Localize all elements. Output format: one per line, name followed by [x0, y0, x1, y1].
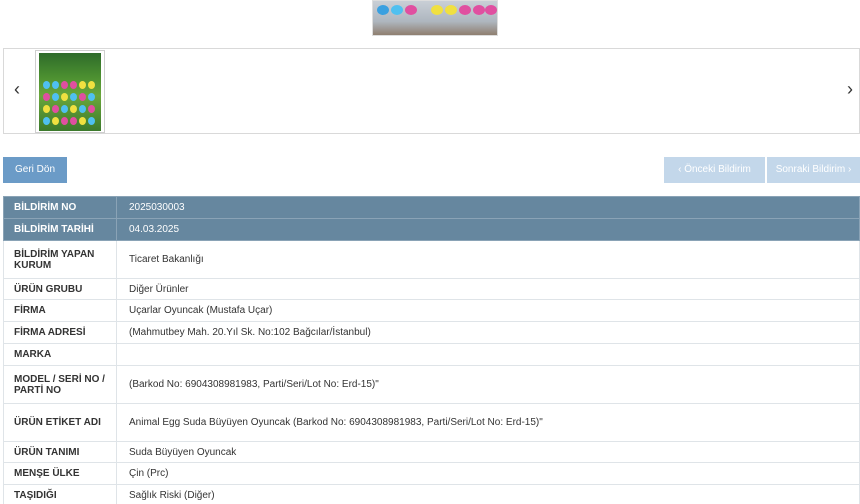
table-row: MENŞE ÜLKE Çin (Prc): [3, 462, 860, 485]
table-row: TAŞIDIĞI Sağlık Riski (Diğer): [3, 484, 860, 504]
row-value: Suda Büyüyen Oyuncak: [116, 441, 860, 463]
row-label: MODEL / SERİ NO / PARTİ NO: [3, 365, 117, 404]
row-label: MENŞE ÜLKE: [3, 462, 117, 485]
row-value: (Mahmutbey Mah. 20.Yıl Sk. No:102 Bağcıl…: [116, 321, 860, 344]
carousel-prev-arrow[interactable]: ‹: [14, 79, 20, 99]
row-value: Ticaret Bakanlığı: [116, 240, 860, 279]
thumbnail-carousel: ‹ ›: [3, 48, 860, 134]
row-value: Sağlık Riski (Diğer): [116, 484, 860, 504]
table-row: FİRMA ADRESİ (Mahmutbey Mah. 20.Yıl Sk. …: [3, 321, 860, 344]
row-label: ÜRÜN GRUBU: [3, 278, 117, 300]
row-value: Çin (Prc): [116, 462, 860, 485]
thumbnail-image[interactable]: [35, 50, 105, 133]
table-row: ÜRÜN GRUBU Diğer Ürünler: [3, 278, 860, 300]
table-row: BİLDİRİM TARİHİ 04.03.2025: [3, 218, 860, 241]
row-label: ÜRÜN TANIMI: [3, 441, 117, 463]
row-value: [116, 343, 860, 366]
row-label: BİLDİRİM NO: [3, 196, 117, 219]
back-button[interactable]: Geri Dön: [3, 157, 67, 183]
row-label: BİLDİRİM TARİHİ: [3, 218, 117, 241]
row-label: MARKA: [3, 343, 117, 366]
row-value: Animal Egg Suda Büyüyen Oyuncak (Barkod …: [116, 403, 860, 442]
row-value: 2025030003: [116, 196, 860, 219]
table-row: MARKA: [3, 343, 860, 366]
row-value: Diğer Ürünler: [116, 278, 860, 300]
table-row: BİLDİRİM YAPAN KURUM Ticaret Bakanlığı: [3, 240, 860, 279]
product-main-image: [372, 0, 498, 36]
table-row: BİLDİRİM NO 2025030003: [3, 196, 860, 219]
previous-notification-button[interactable]: ‹ Önceki Bildirim: [664, 157, 765, 183]
notification-details-table: BİLDİRİM NO 2025030003 BİLDİRİM TARİHİ 0…: [3, 196, 860, 504]
table-row: FİRMA Uçarlar Oyuncak (Mustafa Uçar): [3, 299, 860, 322]
row-label: BİLDİRİM YAPAN KURUM: [3, 240, 117, 279]
row-label: TAŞIDIĞI: [3, 484, 117, 504]
table-row: MODEL / SERİ NO / PARTİ NO (Barkod No: 6…: [3, 365, 860, 404]
row-value: Uçarlar Oyuncak (Mustafa Uçar): [116, 299, 860, 322]
next-notification-button[interactable]: Sonraki Bildirim ›: [767, 157, 860, 183]
row-label: FİRMA: [3, 299, 117, 322]
row-value: (Barkod No: 6904308981983, Parti/Seri/Lo…: [116, 365, 860, 404]
carousel-next-arrow[interactable]: ›: [847, 79, 853, 99]
table-row: ÜRÜN ETİKET ADI Animal Egg Suda Büyüyen …: [3, 403, 860, 442]
row-label: FİRMA ADRESİ: [3, 321, 117, 344]
row-value: 04.03.2025: [116, 218, 860, 241]
row-label: ÜRÜN ETİKET ADI: [3, 403, 117, 442]
table-row: ÜRÜN TANIMI Suda Büyüyen Oyuncak: [3, 441, 860, 463]
